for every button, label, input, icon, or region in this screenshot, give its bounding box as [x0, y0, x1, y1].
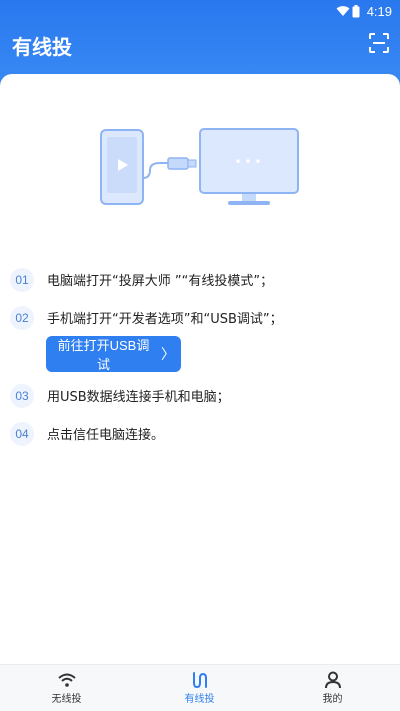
battery-icon	[352, 5, 360, 18]
usb-button-label: 前往打开USB调试	[57, 338, 150, 372]
step-text: 手机端打开“开发者选项”和“USB调试”；	[47, 312, 283, 327]
cable-icon	[192, 672, 207, 689]
tab-label: 有线投	[184, 694, 215, 705]
tab-profile[interactable]: 我的	[266, 665, 399, 711]
step-text: 用USB数据线连接手机和电脑；	[47, 390, 230, 405]
bottom-tab-bar: 无线投 有线投 我的	[0, 664, 400, 711]
step-item: 03 用USB数据线连接手机和电脑；	[10, 384, 390, 422]
step-number: 02	[10, 306, 34, 330]
tab-wired[interactable]: 有线投	[133, 665, 266, 711]
chevron-right-icon: 〉	[161, 346, 175, 362]
status-time: 4:19	[366, 4, 392, 19]
phone-usb-monitor-illustration	[100, 128, 299, 205]
wifi-icon	[57, 673, 76, 687]
tab-wireless[interactable]: 无线投	[0, 665, 133, 711]
status-bar: 4:19	[0, 0, 400, 24]
step-text: 电脑端打开“投屏大师 ”“有线投模式”；	[47, 274, 274, 289]
step-text: 点击信任电脑连接。	[47, 428, 165, 443]
wifi-signal-icon	[336, 6, 350, 16]
step-number: 01	[10, 268, 34, 292]
person-icon	[324, 671, 341, 689]
scan-icon[interactable]	[368, 32, 390, 54]
step-item: 04 点击信任电脑连接。	[10, 422, 390, 460]
main-card: 01 电脑端打开“投屏大师 ”“有线投模式”； 02 手机端打开“开发者选项”和…	[0, 74, 400, 664]
page-title: 有线投	[12, 35, 72, 59]
open-usb-debugging-button[interactable]: 前往打开USB调试 〉	[46, 336, 181, 372]
step-number: 03	[10, 384, 34, 408]
tab-label: 我的	[322, 694, 343, 705]
step-item: 01 电脑端打开“投屏大师 ”“有线投模式”；	[10, 268, 390, 306]
tab-label: 无线投	[51, 694, 82, 705]
step-number: 04	[10, 422, 34, 446]
